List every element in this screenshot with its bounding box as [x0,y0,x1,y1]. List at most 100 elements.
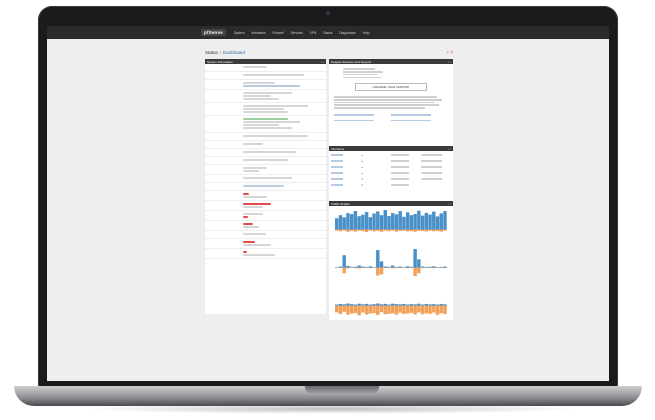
traffic-graph-svg [329,206,453,244]
panel-title: Netgate Services And Support [331,59,372,64]
info-row [205,141,326,149]
outbound-bar [338,229,343,232]
traffic-graph-wan [329,206,453,244]
inbound-bar [413,249,417,268]
inbound-bar [432,304,436,306]
outbound-bar [391,305,395,314]
inbound-bar [372,304,376,306]
inbound-bar [394,304,399,306]
outbound-bar [398,305,402,313]
inbound-bar [335,304,339,306]
inbound-bar [409,304,414,306]
menu-item[interactable]: Firewall [273,31,284,35]
info-row [205,183,326,191]
system-information-panel: System Information ▪ ▪ [205,59,326,314]
inbound-bar [428,214,432,230]
outbound-bar [335,305,339,313]
inbound-bar [443,304,447,306]
inbound-bar [361,304,365,306]
logo[interactable]: pfSense [201,29,226,36]
inbound-bar [398,211,402,230]
outbound-bar [376,305,380,315]
interfaces-panel-body: ▲ ▲ ▲ ▲ ▼ ▼ [329,151,453,201]
outbound-bar [353,305,358,313]
traffic-graph-svg [329,244,453,282]
outbound-bar [424,305,429,314]
inbound-bar [413,213,417,230]
inbound-bar [391,303,395,306]
outbound-bar [435,229,440,231]
outbound-bar [413,267,417,277]
inbound-bar [368,217,373,230]
outbound-bar [387,305,391,314]
inbound-bar [413,304,417,306]
inbound-bar [417,303,421,306]
panel-controls-icon[interactable]: ▪ ▪ [321,60,324,64]
outbound-bar [361,229,365,232]
menu-item[interactable]: Services [291,31,303,35]
outbound-bar [432,305,436,313]
inbound-bar [361,214,365,230]
menu-item[interactable]: VPN [310,31,317,35]
inbound-bar [409,215,414,230]
inbound-bar [372,213,376,230]
inbound-bar [338,215,343,230]
inbound-bar [368,304,373,306]
outbound-bar [383,305,387,315]
upgrade-support-button[interactable]: UPGRADE YOUR SUPPORT [355,83,427,92]
add-widget-icon[interactable]: + ? [447,50,453,55]
panel-controls-icon[interactable]: ▪ ▪ [448,147,451,151]
outbound-bar [394,305,399,315]
info-row [205,239,326,249]
support-link[interactable] [334,113,391,117]
inbound-bar [391,213,395,230]
support-link[interactable] [334,119,391,123]
inbound-bar [439,213,443,230]
info-row [205,80,326,90]
info-row [205,157,326,165]
menu-item[interactable]: Interfaces [252,31,266,35]
inbound-bar [394,214,399,230]
menu-item[interactable]: Help [363,31,370,35]
outbound-bar [342,267,346,274]
outbound-bar [394,229,399,232]
outbound-bar [420,305,425,315]
outbound-bar [357,305,361,316]
inbound-bar [443,211,447,230]
inbound-bar [405,304,410,306]
outbound-bar [361,305,365,313]
menu-item[interactable]: Diagnostics [339,31,355,35]
outbound-bar [364,229,369,233]
inbound-bar [383,303,387,306]
inbound-bar [435,216,440,230]
inbound-bar [387,304,391,306]
inbound-bar [383,266,387,268]
outbound-bar [368,229,373,231]
outbound-bar [346,305,350,315]
inbound-bar [338,266,343,268]
breadcrumb-root[interactable]: Status [205,50,218,55]
inbound-bar [405,212,410,230]
inbound-bar [402,216,406,230]
outbound-bar [417,229,421,231]
inbound-bar [357,303,361,306]
panel-controls-icon[interactable]: ▪ ▪ [448,60,451,64]
info-row [205,72,326,80]
inbound-bar [346,213,350,230]
menu-item[interactable]: Status [323,31,332,35]
panel-controls-icon[interactable]: ▪ ▪ [448,202,451,206]
inbound-bar [342,217,346,230]
inbound-bar [376,303,380,306]
info-row [205,103,326,116]
inbound-bar [420,304,425,306]
support-link[interactable] [391,113,448,117]
inbound-bar [349,304,354,306]
info-row [205,221,326,231]
menu-item[interactable]: System [234,31,245,35]
breadcrumb-current[interactable]: Dashboard [223,50,245,55]
inbound-bar [428,304,432,306]
support-link[interactable] [391,119,448,123]
inbound-bar [357,216,361,230]
outbound-bar [338,305,343,315]
inbound-bar [435,304,440,306]
